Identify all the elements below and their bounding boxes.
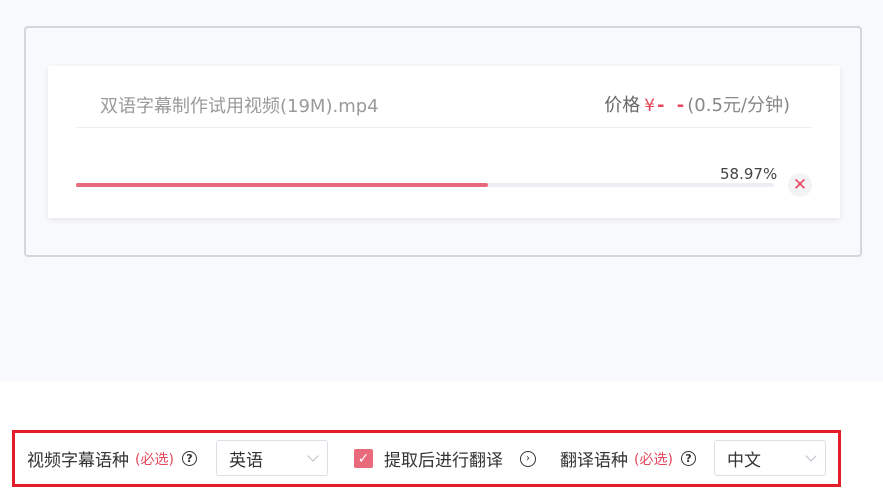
chevron-right-circle-icon[interactable]: › <box>520 450 536 467</box>
progress-fill <box>76 183 488 187</box>
video-language-select[interactable]: 英语 <box>216 440 328 476</box>
upload-area: 双语字幕制作试用视频(19M).mp4 价格 ¥ - -(0.5元/分钟) 58.9… <box>0 0 883 381</box>
chevron-down-icon <box>805 450 817 462</box>
file-name: 双语字幕制作试用视频(19M).mp4 <box>100 96 379 117</box>
price-label: 价格 <box>604 95 641 116</box>
file-card: 双语字幕制作试用视频(19M).mp4 价格 ¥ - -(0.5元/分钟) 58.9… <box>48 66 840 218</box>
translation-language-value: 中文 <box>727 450 761 471</box>
required-hint: (必选) <box>135 451 174 468</box>
translate-option: ✓ 提取后进行翻译 › <box>354 433 536 484</box>
progress-bar <box>76 183 774 187</box>
price-value: - - <box>657 95 688 116</box>
translate-checkbox[interactable]: ✓ <box>354 449 373 468</box>
translation-language-option: 翻译语种 (必选) ? <box>560 433 696 484</box>
price-rate: (0.5元/分钟) <box>687 95 790 116</box>
required-hint: (必选) <box>634 451 673 468</box>
chevron-down-icon <box>307 450 319 462</box>
help-icon[interactable]: ? <box>680 451 696 466</box>
video-language-value: 英语 <box>229 450 263 471</box>
translation-language-label: 翻译语种 <box>560 451 628 471</box>
translation-language-select[interactable]: 中文 <box>714 440 826 476</box>
help-icon[interactable]: ? <box>181 451 197 466</box>
currency-symbol: ¥ <box>644 96 656 116</box>
progress-percent: 58.97% <box>720 165 778 183</box>
cancel-upload-button[interactable]: ✕ <box>788 173 812 197</box>
video-language-label: 视频字幕语种 <box>27 451 129 471</box>
options-bar: 视频字幕语种 (必选) ? 英语 ✓ 提取后进行翻译 › 翻译语种 (必选) ?… <box>12 430 841 487</box>
close-icon: ✕ <box>792 175 808 195</box>
translate-checkbox-label[interactable]: 提取后进行翻译 <box>384 446 503 471</box>
card-divider <box>76 127 812 128</box>
video-language-option: 视频字幕语种 (必选) ? <box>27 433 197 484</box>
price-info: 价格 ¥ - -(0.5元/分钟) <box>604 91 790 117</box>
